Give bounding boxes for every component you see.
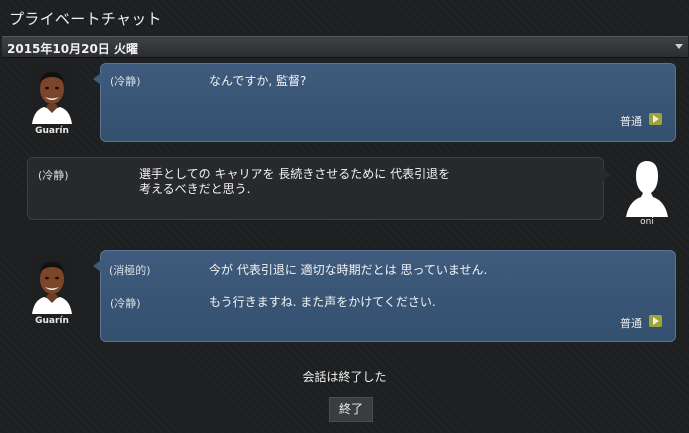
speaker-name: oni: [640, 217, 654, 227]
player-portrait: [28, 66, 76, 124]
bubble-tail: [93, 73, 101, 85]
manager-avatar: oni: [619, 157, 675, 227]
message-text: なんですか, 監督?: [209, 74, 307, 88]
manager-silhouette-icon: [623, 157, 671, 217]
page-title: プライベートチャット: [9, 10, 162, 28]
player-avatar: Guarín: [24, 66, 80, 136]
conversation-ended-text: 会話は終了した: [302, 370, 387, 384]
tone-label: (消極的): [109, 264, 151, 277]
message-text-line-1: 選手としての キャリアを 長続きさせるために 代表引退を: [139, 167, 451, 181]
bubble-tail: [603, 169, 611, 181]
end-button[interactable]: 終了: [329, 397, 373, 422]
message-text: もう行きますね. また声をかけてください.: [209, 295, 436, 309]
message-bubble: (冷静) なんですか, 監督? 普通: [93, 63, 676, 142]
tone-label: (冷静): [110, 297, 141, 310]
play-icon[interactable]: [649, 113, 662, 125]
tone-label: (冷静): [38, 169, 69, 182]
tone-label: (冷静): [110, 75, 141, 88]
chevron-down-icon[interactable]: [675, 44, 683, 49]
status-label: 普通: [620, 317, 642, 330]
status-label: 普通: [620, 115, 642, 128]
date-label: 2015年10月20日 火曜: [7, 42, 138, 56]
bubble-tail: [93, 260, 101, 272]
speaker-name: Guarín: [35, 126, 69, 136]
date-selector[interactable]: 2015年10月20日 火曜: [2, 36, 688, 58]
private-chat-panel: プライベートチャット 2015年10月20日 火曜 Guarín (冷静) なん…: [0, 0, 689, 433]
speaker-name: Guarín: [35, 316, 69, 326]
player-avatar: Guarín: [24, 256, 80, 326]
message-text-line-2: 考えるべきだと思う.: [139, 182, 251, 196]
player-portrait: [28, 256, 76, 314]
message-text: 今が 代表引退に 適切な時期だとは 思っていません.: [209, 263, 488, 277]
message-bubble: (消極的) 今が 代表引退に 適切な時期だとは 思っていません. (冷静) もう…: [93, 250, 676, 342]
message-bubble: (冷静) 選手としての キャリアを 長続きさせるために 代表引退を 考えるべきだ…: [27, 157, 611, 220]
play-icon[interactable]: [649, 315, 662, 327]
